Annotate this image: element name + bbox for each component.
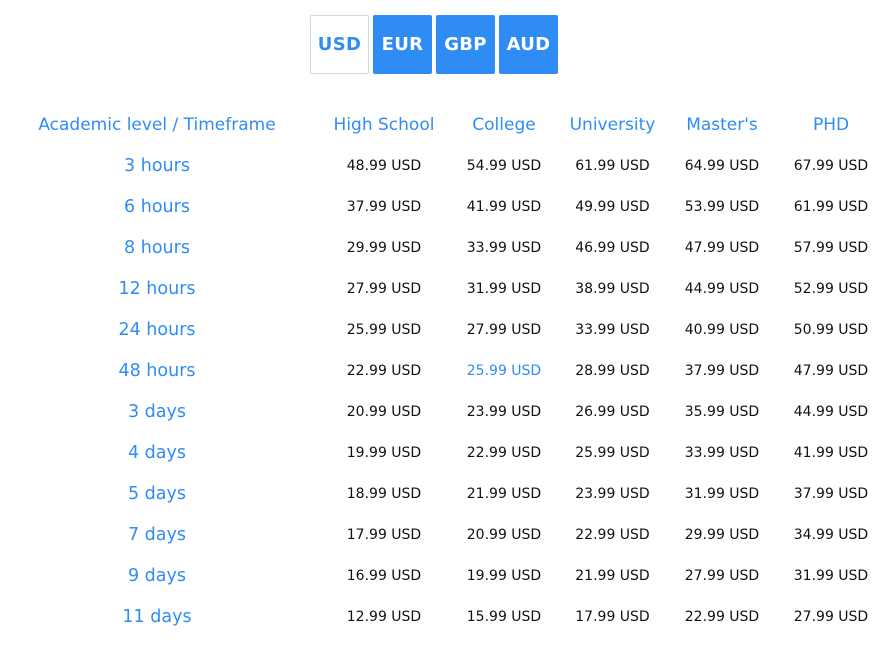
column-header-high-school: High School — [333, 114, 435, 135]
price-cell[interactable]: 54.99 USD — [454, 145, 554, 186]
price-cell[interactable]: 25.99 USD — [314, 309, 454, 350]
price-cell[interactable]: 25.99 USD — [554, 432, 671, 473]
price-cell[interactable]: 57.99 USD — [773, 227, 889, 268]
price-cell[interactable]: 21.99 USD — [554, 555, 671, 596]
timeframe-label: 4 days — [127, 442, 186, 463]
table-row: 24 hours 25.99 USD 27.99 USD 33.99 USD 40.99… — [0, 309, 889, 350]
price-cell[interactable]: 33.99 USD — [454, 227, 554, 268]
timeframe-label: 7 days — [127, 524, 186, 545]
price-cell[interactable]: 22.99 USD — [554, 514, 671, 555]
price-cell[interactable]: 29.99 USD — [671, 514, 773, 555]
timeframe-label: 8 hours — [124, 237, 190, 258]
currency-button-gbp[interactable]: GBP — [436, 15, 495, 74]
price-cell[interactable]: 25.99 USD — [454, 350, 554, 391]
price-cell[interactable]: 17.99 USD — [314, 514, 454, 555]
price-cell[interactable]: 47.99 USD — [671, 227, 773, 268]
price-cell[interactable]: 35.99 USD — [671, 391, 773, 432]
price-cell[interactable]: 48.99 USD — [314, 145, 454, 186]
price-cell[interactable]: 52.99 USD — [773, 268, 889, 309]
timeframe-label: 48 hours — [118, 360, 196, 381]
price-cell[interactable]: 28.99 USD — [554, 350, 671, 391]
price-cell[interactable]: 41.99 USD — [454, 186, 554, 227]
table-row: 3 days 20.99 USD 23.99 USD 26.99 USD 35.99 U… — [0, 391, 889, 432]
price-cell[interactable]: 23.99 USD — [454, 391, 554, 432]
currency-switcher: USD EUR GBP AUD — [310, 15, 558, 74]
price-cell[interactable]: 31.99 USD — [773, 555, 889, 596]
price-cell[interactable]: 44.99 USD — [671, 268, 773, 309]
price-cell[interactable]: 27.99 USD — [671, 555, 773, 596]
column-header-college: College — [472, 114, 536, 135]
price-cell[interactable]: 33.99 USD — [671, 432, 773, 473]
price-cell[interactable]: 49.99 USD — [554, 186, 671, 227]
price-cell[interactable]: 18.99 USD — [314, 473, 454, 514]
timeframe-label: 9 days — [127, 565, 186, 586]
corner-header: Academic level / Timeframe — [38, 114, 276, 135]
price-table: Academic level / Timeframe High School C… — [0, 104, 889, 637]
price-cell[interactable]: 46.99 USD — [554, 227, 671, 268]
price-cell[interactable]: 17.99 USD — [554, 596, 671, 637]
price-cell[interactable]: 27.99 USD — [454, 309, 554, 350]
timeframe-label: 3 days — [127, 401, 186, 422]
currency-button-eur[interactable]: EUR — [373, 15, 432, 74]
price-cell[interactable]: 22.99 USD — [454, 432, 554, 473]
currency-button-aud[interactable]: AUD — [499, 15, 558, 74]
price-cell[interactable]: 12.99 USD — [314, 596, 454, 637]
price-cell[interactable]: 40.99 USD — [671, 309, 773, 350]
timeframe-label: 24 hours — [118, 319, 196, 340]
price-cell[interactable]: 61.99 USD — [554, 145, 671, 186]
price-cell[interactable]: 22.99 USD — [314, 350, 454, 391]
price-cell[interactable]: 19.99 USD — [454, 555, 554, 596]
price-cell[interactable]: 61.99 USD — [773, 186, 889, 227]
price-cell[interactable]: 31.99 USD — [454, 268, 554, 309]
price-cell[interactable]: 22.99 USD — [671, 596, 773, 637]
price-table-body: 3 hours 48.99 USD 54.99 USD 61.99 USD 64.99 … — [0, 145, 889, 637]
price-cell[interactable]: 34.99 USD — [773, 514, 889, 555]
price-cell[interactable]: 44.99 USD — [773, 391, 889, 432]
column-header-university: University — [569, 114, 656, 135]
table-row: 48 hours 22.99 USD 25.99 USD 28.99 USD 37.99… — [0, 350, 889, 391]
price-cell[interactable]: 15.99 USD — [454, 596, 554, 637]
currency-button-usd[interactable]: USD — [310, 15, 369, 74]
table-row: 5 days 18.99 USD 21.99 USD 23.99 USD 31.99 U… — [0, 473, 889, 514]
price-cell[interactable]: 41.99 USD — [773, 432, 889, 473]
timeframe-label: 11 days — [122, 606, 192, 627]
price-cell[interactable]: 53.99 USD — [671, 186, 773, 227]
price-cell[interactable]: 64.99 USD — [671, 145, 773, 186]
price-cell[interactable]: 26.99 USD — [554, 391, 671, 432]
price-cell[interactable]: 50.99 USD — [773, 309, 889, 350]
timeframe-label: 12 hours — [118, 278, 196, 299]
table-row: 4 days 19.99 USD 22.99 USD 25.99 USD 33.99 U… — [0, 432, 889, 473]
price-cell[interactable]: 27.99 USD — [314, 268, 454, 309]
price-cell[interactable]: 20.99 USD — [454, 514, 554, 555]
price-cell[interactable]: 37.99 USD — [314, 186, 454, 227]
price-cell[interactable]: 37.99 USD — [671, 350, 773, 391]
price-cell[interactable]: 33.99 USD — [554, 309, 671, 350]
price-cell[interactable]: 20.99 USD — [314, 391, 454, 432]
timeframe-label: 3 hours — [124, 155, 190, 176]
price-cell[interactable]: 38.99 USD — [554, 268, 671, 309]
price-cell[interactable]: 67.99 USD — [773, 145, 889, 186]
price-cell[interactable]: 21.99 USD — [454, 473, 554, 514]
table-row: 9 days 16.99 USD 19.99 USD 21.99 USD 27.99 U… — [0, 555, 889, 596]
price-cell[interactable]: 47.99 USD — [773, 350, 889, 391]
timeframe-label: 5 days — [127, 483, 186, 504]
price-cell[interactable]: 27.99 USD — [773, 596, 889, 637]
price-cell[interactable]: 19.99 USD — [314, 432, 454, 473]
table-row: 8 hours 29.99 USD 33.99 USD 46.99 USD 47.99 … — [0, 227, 889, 268]
table-row: 11 days 12.99 USD 15.99 USD 17.99 USD 22.99 … — [0, 596, 889, 637]
timeframe-label: 6 hours — [124, 196, 190, 217]
table-row: 12 hours 27.99 USD 31.99 USD 38.99 USD 44.99… — [0, 268, 889, 309]
price-cell[interactable]: 37.99 USD — [773, 473, 889, 514]
price-cell[interactable]: 16.99 USD — [314, 555, 454, 596]
table-row: 6 hours 37.99 USD 41.99 USD 49.99 USD 53.99 … — [0, 186, 889, 227]
column-header-masters: Master's — [686, 114, 758, 135]
column-header-phd: PHD — [812, 114, 850, 135]
table-row: 7 days 17.99 USD 20.99 USD 22.99 USD 29.99 U… — [0, 514, 889, 555]
price-cell[interactable]: 31.99 USD — [671, 473, 773, 514]
price-table-header-row: Academic level / Timeframe High School C… — [0, 104, 889, 145]
table-row: 3 hours 48.99 USD 54.99 USD 61.99 USD 64.99 … — [0, 145, 889, 186]
price-cell[interactable]: 23.99 USD — [554, 473, 671, 514]
price-cell[interactable]: 29.99 USD — [314, 227, 454, 268]
